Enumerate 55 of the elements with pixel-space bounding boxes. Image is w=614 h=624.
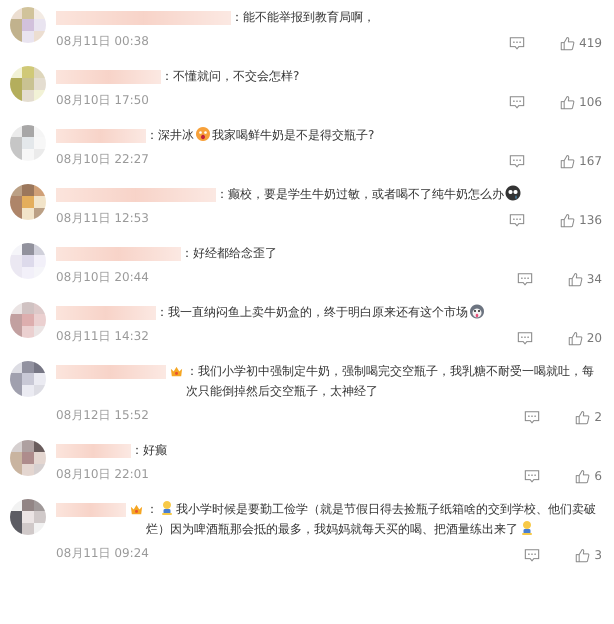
comment-icon[interactable] xyxy=(524,468,540,484)
comment-text: ：深井冰 我家喝鲜牛奶是不是得交瓶子? xyxy=(146,125,376,144)
like-count: 20 xyxy=(586,331,602,345)
comment-date: 08月10日 17:50 xyxy=(56,92,149,108)
comment-text: ：能不能举报到教育局啊， xyxy=(231,9,376,26)
comment-icon[interactable] xyxy=(524,410,540,424)
like-count: 6 xyxy=(594,469,602,483)
comment-text: ：好癫 xyxy=(131,442,168,459)
like-count: 136 xyxy=(579,213,602,227)
comment-date: 08月10日 20:44 xyxy=(56,268,149,286)
comment-date: 08月10日 22:27 xyxy=(56,150,149,168)
comment-icon[interactable] xyxy=(524,548,540,562)
comment-icon[interactable] xyxy=(509,94,526,110)
avatar[interactable] xyxy=(10,243,46,279)
comment-text: ：癫校，要是学生牛奶过敏，或者喝不了纯牛奶怎么办 xyxy=(216,184,602,204)
thumbs-up-icon[interactable] xyxy=(560,154,576,168)
like-count: 106 xyxy=(579,95,602,109)
comment-icon[interactable] xyxy=(509,212,526,228)
avatar[interactable] xyxy=(10,499,46,535)
comment-date: 08月12日 15:52 xyxy=(56,406,149,424)
thumbs-up-icon[interactable] xyxy=(568,330,583,346)
avatar[interactable] xyxy=(10,361,46,397)
thumbs-up-icon[interactable] xyxy=(568,272,583,286)
comment-date: 08月11日 12:53 xyxy=(56,210,149,226)
comment-text: ：不懂就问，不交会怎样? xyxy=(161,68,300,85)
comment-date: 08月11日 09:24 xyxy=(56,544,149,562)
like-count: 3 xyxy=(594,548,602,562)
comment-date: 08月11日 00:38 xyxy=(56,32,149,50)
thumbs-up-icon[interactable] xyxy=(575,468,590,484)
kneeling-figure-icon xyxy=(519,520,535,536)
avatar[interactable] xyxy=(10,440,46,476)
like-count: 2 xyxy=(594,410,602,424)
like-count: 167 xyxy=(579,154,602,168)
comment-date: 08月10日 22:01 xyxy=(56,466,149,482)
like-count: 34 xyxy=(586,272,602,286)
comment-icon[interactable] xyxy=(516,330,533,346)
kneeling-figure-icon xyxy=(159,500,175,516)
comment-text: ：好经都给念歪了 xyxy=(181,245,278,262)
thumbs-up-icon[interactable] xyxy=(560,94,576,110)
thumbs-up-icon[interactable] xyxy=(575,548,590,562)
comment-text: ： 我小学时候是要勤工俭学（就是节假日得去捡瓶子纸箱啥的交到学校、他们卖破烂）因为啤酒瓶那会抵的最多，我妈妈就每天买的喝、把酒量练出来了 xyxy=(146,499,597,538)
thumbs-up-icon[interactable] xyxy=(560,36,576,50)
comment-text: ：我一直纳闷鱼上卖牛奶盒的，终于明白原来还有这个市场 xyxy=(156,302,602,322)
dog-face-icon xyxy=(469,303,485,319)
avatar[interactable] xyxy=(10,184,46,220)
comment-icon[interactable] xyxy=(509,36,526,50)
comment-text: ：我们小学初中强制定牛奶，强制喝完交空瓶子，我乳糖不耐受一喝就吐，每次只能倒掉然后交空瓶子，太神经了 xyxy=(186,363,595,400)
like-count: 419 xyxy=(579,36,602,50)
scared-face-icon xyxy=(195,126,211,142)
crying-face-icon xyxy=(505,185,521,201)
thumbs-up-icon[interactable] xyxy=(560,212,576,228)
comment-date: 08月11日 14:32 xyxy=(56,328,149,344)
comment-icon[interactable] xyxy=(516,272,533,286)
comment-icon[interactable] xyxy=(509,154,526,168)
thumbs-up-icon[interactable] xyxy=(575,410,590,424)
